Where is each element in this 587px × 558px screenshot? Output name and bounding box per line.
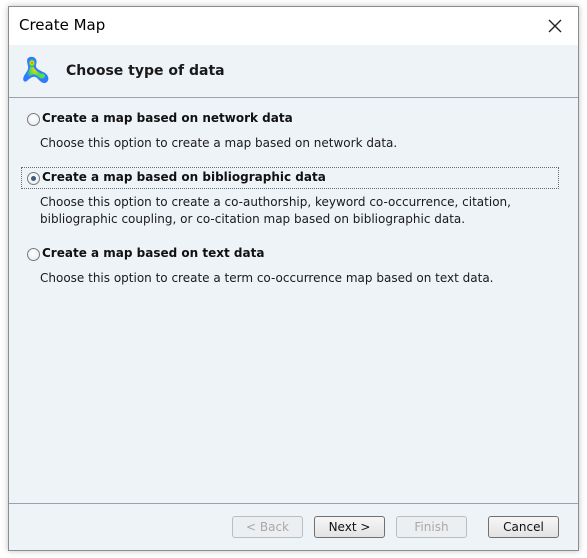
option-text-data[interactable]: Create a map based on text data bbox=[21, 243, 559, 265]
option-label: Create a map based on bibliographic data bbox=[42, 170, 326, 184]
create-map-dialog: Create Map Choose type of data Create a … bbox=[8, 6, 579, 551]
radio-text-data[interactable] bbox=[27, 248, 40, 261]
back-button[interactable]: < Back bbox=[232, 516, 303, 538]
title-bar: Create Map bbox=[9, 7, 578, 45]
wizard-header: Choose type of data bbox=[9, 45, 578, 97]
density-map-icon bbox=[23, 56, 49, 84]
footer-divider bbox=[9, 503, 578, 504]
page-title: Choose type of data bbox=[66, 63, 225, 79]
option-description: Choose this option to create a co-author… bbox=[40, 195, 511, 226]
close-icon bbox=[548, 19, 562, 33]
cancel-button[interactable]: Cancel bbox=[488, 516, 559, 538]
option-bibliographic-data[interactable]: Create a map based on bibliographic data bbox=[21, 167, 559, 189]
option-description: Choose this option to create a map based… bbox=[40, 136, 398, 150]
option-description: Choose this option to create a term co-o… bbox=[40, 271, 494, 285]
finish-button[interactable]: Finish bbox=[396, 516, 467, 538]
option-label: Create a map based on network data bbox=[42, 111, 293, 125]
option-network-data[interactable]: Create a map based on network data bbox=[21, 108, 559, 130]
header-divider bbox=[9, 97, 578, 98]
radio-network-data[interactable] bbox=[27, 113, 40, 126]
radio-bibliographic-data[interactable] bbox=[27, 172, 40, 185]
option-label: Create a map based on text data bbox=[42, 246, 265, 260]
window-title: Create Map bbox=[19, 16, 106, 34]
next-button[interactable]: Next > bbox=[314, 516, 385, 538]
close-button[interactable] bbox=[532, 7, 578, 45]
